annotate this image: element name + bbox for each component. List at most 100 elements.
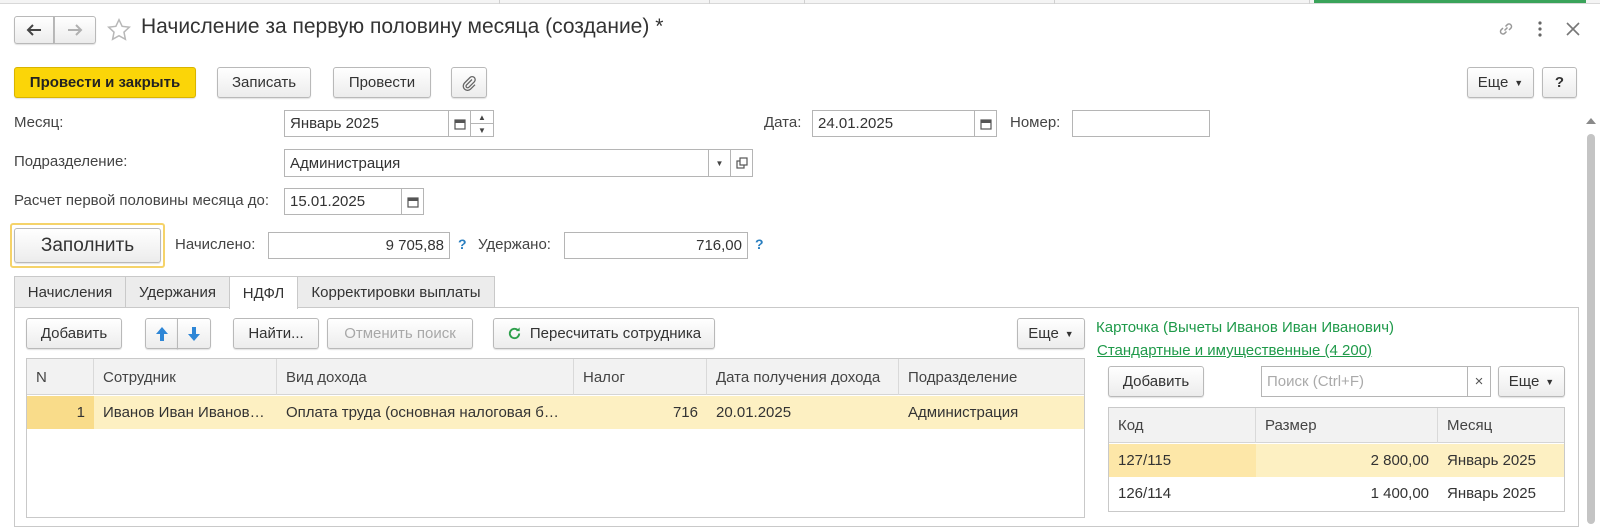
top-strip-segment [1055, 0, 1310, 4]
ndfl-more-button[interactable]: Еще ▼ [1017, 318, 1085, 349]
spin-down-icon: ▼ [478, 125, 486, 135]
calendar-icon [979, 118, 992, 130]
deductions-table[interactable]: Код Размер Месяц 127/115 2 800,00 Январь… [1108, 407, 1565, 512]
recalc-employee-button[interactable]: Пересчитать сотрудника [493, 318, 715, 349]
back-button[interactable] [14, 16, 54, 44]
month-field[interactable]: Январь 2025 [284, 110, 449, 137]
month-up-button[interactable]: ▲ [470, 110, 494, 124]
deductions-card-title[interactable]: Карточка (Вычеты Иванов Иван Иванович) [1096, 319, 1394, 336]
fill-button[interactable]: Заполнить [14, 228, 161, 263]
ndfl-add-button[interactable]: Добавить [26, 318, 122, 349]
refresh-icon [508, 327, 520, 340]
ndfl-table-header: N Сотрудник Вид дохода Налог Дата получе… [27, 359, 1084, 395]
division-dropdown-button[interactable]: ▼ [708, 149, 731, 177]
calc-until-label: Расчет первой половины месяца до: [14, 192, 269, 209]
deductions-more-label: Еще [1508, 373, 1540, 390]
number-label: Номер: [1010, 114, 1061, 131]
star-icon[interactable] [106, 17, 132, 43]
cell-income-date: 20.01.2025 [716, 404, 792, 421]
spin-up-icon: ▲ [478, 112, 486, 122]
cell-n: 1 [27, 396, 94, 429]
chevron-down-icon: ▼ [1064, 328, 1074, 339]
cell-amount: 2 800,00 [1370, 452, 1429, 469]
write-button[interactable]: Записать [217, 67, 311, 98]
column-header-code[interactable]: Код [1109, 408, 1256, 443]
move-up-button[interactable] [145, 318, 178, 349]
top-strip-segment [0, 0, 500, 4]
withheld-field[interactable]: 716,00 [564, 232, 748, 259]
post-and-close-button[interactable]: Провести и закрыть [14, 67, 196, 98]
scrollbar-thumb[interactable] [1587, 134, 1595, 524]
arrow-right-icon [68, 24, 83, 36]
arrow-down-icon [188, 326, 200, 341]
link-icon[interactable] [1497, 20, 1515, 38]
chevron-down-icon: ▼ [715, 158, 724, 168]
page-title: Начисление за первую половину месяца (со… [141, 15, 664, 38]
deductions-add-button[interactable]: Добавить [1108, 366, 1204, 397]
cancel-search-button[interactable]: Отменить поиск [327, 318, 473, 349]
chevron-down-icon: ▼ [1545, 376, 1555, 387]
cell-code: 127/115 [1109, 444, 1256, 477]
table-row[interactable]: 127/115 2 800,00 Январь 2025 [1109, 444, 1564, 477]
division-field[interactable]: Администрация [284, 149, 709, 177]
deductions-more-button[interactable]: Еще ▼ [1498, 366, 1565, 397]
table-row[interactable]: 126/114 1 400,00 Январь 2025 [1109, 477, 1564, 510]
month-calendar-button[interactable] [448, 110, 471, 137]
column-header-tax[interactable]: Налог [574, 359, 707, 395]
withheld-label: Удержано: [478, 236, 551, 253]
top-strip-segment [805, 0, 1055, 4]
number-field[interactable] [1072, 110, 1210, 137]
date-label: Дата: [764, 114, 802, 131]
paperclip-icon [462, 75, 476, 91]
help-button[interactable]: ? [1542, 67, 1577, 98]
column-header-employee[interactable]: Сотрудник [94, 359, 277, 395]
column-header-month[interactable]: Месяц [1438, 408, 1564, 443]
date-calendar-button[interactable] [974, 110, 997, 137]
column-header-division[interactable]: Подразделение [899, 359, 1084, 395]
arrow-left-icon [26, 24, 41, 36]
column-header-n[interactable]: N [27, 359, 94, 395]
top-strip-segment [500, 0, 710, 4]
close-icon[interactable] [1565, 21, 1581, 37]
division-open-button[interactable] [730, 149, 753, 177]
column-header-income-date[interactable]: Дата получения дохода [707, 359, 899, 395]
tab-accruals[interactable]: Начисления [14, 276, 126, 308]
column-header-income-type[interactable]: Вид дохода [277, 359, 574, 395]
vertical-scrollbar[interactable] [1582, 112, 1598, 524]
arrow-up-icon [155, 326, 168, 341]
more-menu-label: Еще [1477, 74, 1509, 91]
deductions-table-header: Код Размер Месяц [1109, 408, 1564, 443]
chevron-down-icon: ▼ [1514, 77, 1524, 88]
date-field[interactable]: 24.01.2025 [812, 110, 975, 137]
more-menu-button[interactable]: Еще ▼ [1467, 67, 1534, 98]
month-down-button[interactable]: ▼ [470, 123, 494, 137]
accrued-field[interactable]: 9 705,88 [268, 232, 450, 259]
more-vertical-icon[interactable] [1535, 20, 1545, 38]
calc-until-field[interactable]: 15.01.2025 [284, 188, 402, 215]
forward-button[interactable] [54, 16, 96, 44]
cell-employee: Иванов Иван Иванов… [103, 404, 265, 421]
search-clear-button[interactable]: × [1467, 366, 1491, 397]
standard-deductions-link[interactable]: Стандартные и имущественные (4 200) [1097, 342, 1372, 359]
table-row[interactable]: 1 Иванов Иван Иванов… Оплата труда (осно… [27, 396, 1084, 429]
cell-month: Январь 2025 [1447, 485, 1536, 502]
find-button[interactable]: Найти... [233, 318, 319, 349]
scroll-up-icon[interactable] [1586, 118, 1596, 124]
calendar-icon [406, 196, 419, 208]
top-strip-active [1314, 0, 1586, 3]
withheld-help-icon[interactable]: ? [755, 236, 764, 252]
tab-ndfl[interactable]: НДФЛ [229, 276, 298, 309]
column-header-amount[interactable]: Размер [1256, 408, 1438, 443]
calc-until-calendar-button[interactable] [401, 188, 424, 215]
division-label: Подразделение: [14, 153, 128, 170]
deductions-search-input[interactable]: Поиск (Ctrl+F) [1261, 366, 1468, 397]
post-button[interactable]: Провести [333, 67, 431, 98]
move-down-button[interactable] [177, 318, 211, 349]
ndfl-table[interactable]: N Сотрудник Вид дохода Налог Дата получе… [26, 358, 1085, 518]
cell-division: Администрация [908, 404, 1019, 421]
accrued-help-icon[interactable]: ? [458, 236, 467, 252]
ndfl-more-label: Еще [1028, 325, 1059, 342]
attach-button[interactable] [451, 67, 487, 98]
tab-withholdings[interactable]: Удержания [125, 276, 230, 308]
tab-payment-corrections[interactable]: Корректировки выплаты [297, 276, 495, 308]
